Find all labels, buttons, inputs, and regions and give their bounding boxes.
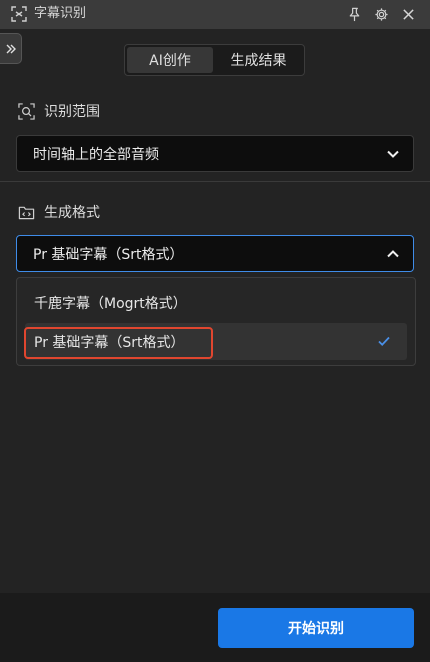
mode-tabs: AI创作 生成结果 [124,44,305,76]
code-folder-icon [17,203,35,221]
recognition-range-label: 识别范围 [17,101,100,121]
double-chevron-right-icon [6,44,16,53]
recognition-range-value: 时间轴上的全部音频 [33,146,159,163]
chevron-down-icon [385,146,401,162]
start-recognition-button[interactable]: 开始识别 [218,608,414,648]
format-option-mogrt[interactable]: 千鹿字幕（Mogrt格式） [25,284,407,321]
sidebar-toggle-button[interactable] [0,33,22,64]
chevron-up-icon [385,246,401,262]
search-frame-icon [17,102,35,120]
format-option-srt[interactable]: Pr 基础字幕（Srt格式） [25,323,407,360]
recognition-range-text: 识别范围 [44,104,100,120]
close-icon [402,8,414,20]
window-title: 字幕识别 [34,6,87,21]
gear-icon [374,7,388,21]
checkmark-icon [378,336,390,346]
pin-button[interactable] [344,4,364,24]
format-option-label: 千鹿字幕（Mogrt格式） [34,295,187,312]
settings-button[interactable] [371,4,391,24]
tab-results[interactable]: 生成结果 [215,47,302,73]
close-button[interactable] [398,4,418,24]
output-format-select[interactable]: Pr 基础字幕（Srt格式） [16,235,414,272]
output-format-value: Pr 基础字幕（Srt格式） [33,246,184,263]
subtitle-recognition-icon [11,6,27,22]
output-format-text: 生成格式 [44,205,100,221]
format-option-label: Pr 基础字幕（Srt格式） [34,334,185,351]
pin-icon [349,7,359,21]
section-divider [0,181,430,182]
output-format-label: 生成格式 [17,202,100,222]
recognition-range-select[interactable]: 时间轴上的全部音频 [16,135,414,172]
output-format-dropdown: 千鹿字幕（Mogrt格式） Pr 基础字幕（Srt格式） [16,277,416,366]
tab-ai-create[interactable]: AI创作 [127,47,213,73]
title-bar: 字幕识别 [0,0,430,29]
